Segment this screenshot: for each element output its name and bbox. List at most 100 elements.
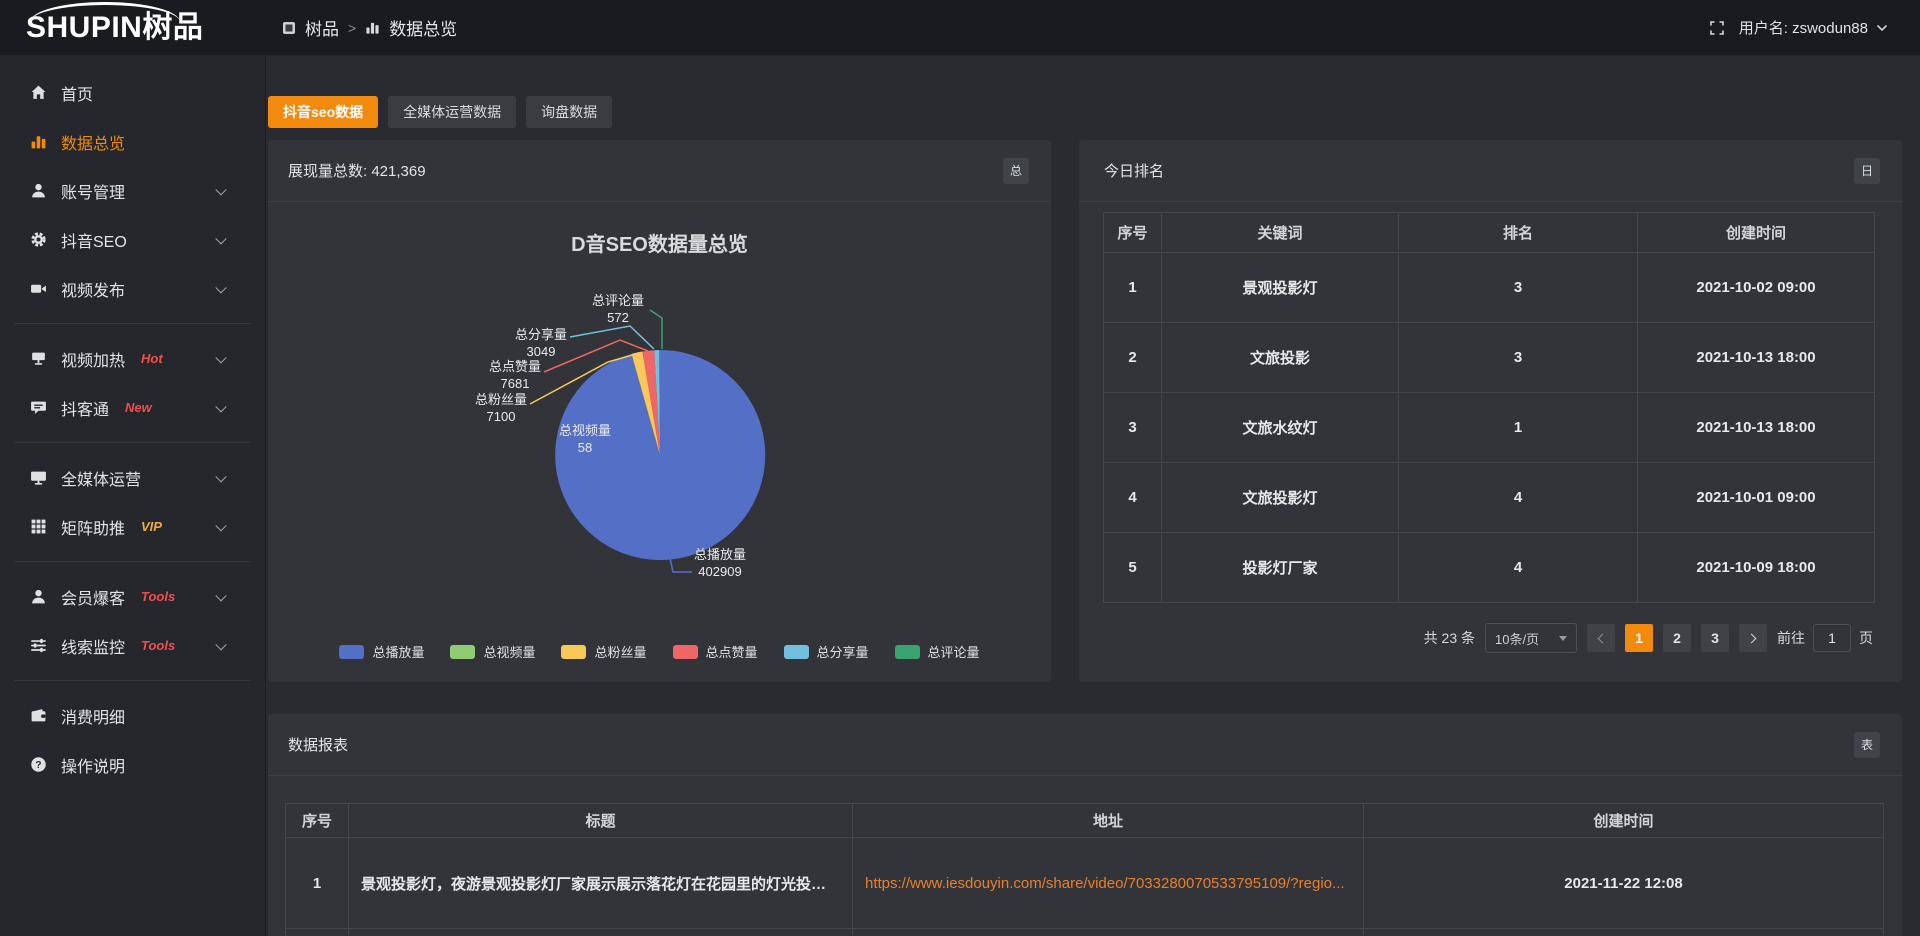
- app-logo: SHUPIN树品: [0, 0, 266, 56]
- sidebar-item-badge: New: [125, 400, 152, 415]
- table-cell-index: [286, 929, 349, 936]
- table-toggle-button[interactable]: 表: [1854, 732, 1880, 758]
- svg-text:?: ?: [35, 760, 41, 771]
- prev-page-button[interactable]: [1587, 624, 1615, 652]
- table-cell: 4: [1104, 463, 1162, 533]
- video-link[interactable]: https://www.iesdouyin.com/share/video/70…: [865, 875, 1345, 892]
- legend-item-总视频量[interactable]: 总视频量: [450, 642, 535, 661]
- topbar: SHUPIN树品 树品 > 数据总览 用户名: zswodun88: [0, 0, 1920, 56]
- ranking-panel: 今日排名 日 序号关键词排名创建时间 1景观投影灯32021-10-02 09:…: [1079, 140, 1902, 682]
- sidebar-item-home[interactable]: 首页: [0, 68, 265, 117]
- column-header: 关键词: [1162, 213, 1399, 253]
- panels-row: 展现量总数: 421,369 总 D音SEO数据量总览 总播放量总视频量总粉丝量…: [268, 140, 1902, 682]
- table-cell: 2021-10-01 09:00: [1638, 463, 1875, 533]
- goto-page: 前往 1 页: [1777, 624, 1873, 652]
- column-header: 标题: [349, 804, 853, 838]
- breadcrumb: 树品 > 数据总览: [282, 15, 457, 40]
- legend-swatch: [895, 645, 920, 659]
- table-row: 4文旅投影灯42021-10-01 09:00: [1104, 463, 1875, 533]
- chevron-down-icon: [215, 282, 226, 293]
- report-header-row: 序号标题地址创建时间: [286, 804, 1884, 838]
- sidebar-item-data-overview[interactable]: 数据总览: [0, 117, 265, 166]
- pie-label-value: 3049: [515, 343, 567, 360]
- page-button-2[interactable]: 2: [1663, 624, 1691, 652]
- sidebar-item-douyin-seo[interactable]: 抖音SEO: [0, 215, 265, 264]
- table-cell-index: 1: [286, 838, 349, 929]
- breadcrumb-separator: >: [348, 20, 356, 36]
- breadcrumb-current[interactable]: 数据总览: [389, 15, 457, 40]
- table-cell: 1: [1399, 393, 1638, 463]
- sidebar-item-douketong[interactable]: 抖客通New: [0, 383, 265, 432]
- member-icon: [30, 588, 47, 605]
- pie-label-总分享量: 总分享量3049: [515, 326, 567, 360]
- ranking-header-row: 序号关键词排名创建时间: [1104, 213, 1875, 253]
- sidebar-item-consumption-detail[interactable]: 消费明细: [0, 691, 265, 740]
- table-cell: 2: [1104, 323, 1162, 393]
- report-table-body: 1景观投影灯，夜游景观投影灯厂家展示展示落花灯在花园里的灯光投影应用效果 #ht…: [286, 838, 1884, 936]
- table-cell-created: [1364, 929, 1884, 936]
- sidebar-item-video-heat[interactable]: 视频加热Hot: [0, 334, 265, 383]
- pie-chart-svg: [268, 202, 1051, 682]
- chart-icon: [30, 133, 47, 150]
- page-size-select[interactable]: 10条/页: [1485, 623, 1577, 653]
- sidebar-item-instructions[interactable]: ? 操作说明: [0, 740, 265, 789]
- legend-item-总播放量[interactable]: 总播放量: [339, 642, 424, 661]
- sidebar-item-account-manage[interactable]: 账号管理: [0, 166, 265, 215]
- ranking-table-body: 1景观投影灯32021-10-02 09:002文旅投影32021-10-13 …: [1104, 253, 1875, 603]
- table-cell: 投影灯厂家: [1162, 533, 1399, 603]
- sidebar-item-label: 操作说明: [61, 753, 125, 777]
- sidebar-item-clue-monitor[interactable]: 线索监控Tools: [0, 621, 265, 670]
- sidebar-item-matrix-boost[interactable]: 矩阵助推VIP: [0, 502, 265, 551]
- report-panel-title: 数据报表: [288, 734, 348, 755]
- sidebar: 首页数据总览账号管理抖音SEO 视频发布视频加热Hot抖客通New 全媒体运营矩阵助…: [0, 56, 266, 936]
- sidebar-item-video-publish[interactable]: 视频发布: [0, 264, 265, 313]
- overview-panel-header: 展现量总数: 421,369 总: [268, 140, 1051, 202]
- chevron-down-icon: [215, 639, 226, 650]
- sidebar-item-label: 视频发布: [61, 277, 125, 301]
- grid-icon: [30, 518, 47, 535]
- legend-item-总分享量[interactable]: 总分享量: [784, 642, 869, 661]
- legend-item-总评论量[interactable]: 总评论量: [895, 642, 980, 661]
- sidebar-item-badge: Tools: [141, 638, 175, 653]
- sliders-icon: [30, 637, 47, 654]
- wallet-icon: [30, 707, 47, 724]
- page-button-3[interactable]: 3: [1701, 624, 1729, 652]
- breadcrumb-home[interactable]: 树品: [305, 15, 339, 40]
- total-count-label: 共 23 条: [1424, 628, 1475, 648]
- legend-item-总点赞量[interactable]: 总点赞量: [673, 642, 758, 661]
- column-header: 创建时间: [1364, 804, 1884, 838]
- pie-label-line: [570, 326, 654, 349]
- pie-label-value: 7100: [475, 408, 527, 425]
- sidebar-divider: [14, 680, 251, 681]
- sidebar-item-media-operation[interactable]: 全媒体运营: [0, 453, 265, 502]
- home-icon: [30, 84, 47, 101]
- user-menu[interactable]: 用户名: zswodun88: [1739, 17, 1888, 38]
- tab-2[interactable]: 询盘数据: [526, 96, 612, 128]
- pie-label-value: 7681: [489, 375, 541, 392]
- column-header: 排名: [1399, 213, 1638, 253]
- tab-1[interactable]: 全媒体运营数据: [388, 96, 516, 128]
- pie-label-value: 572: [592, 309, 644, 326]
- next-page-button[interactable]: [1739, 624, 1767, 652]
- sidebar-item-member-baoke[interactable]: 会员爆客Tools: [0, 572, 265, 621]
- report-panel: 数据报表 表 序号标题地址创建时间 1景观投影灯，夜游景观投影灯厂家展示展示落花…: [268, 714, 1902, 936]
- table-cell-created: 2021-11-22 12:08: [1364, 838, 1884, 929]
- table-cell: 文旅水纹灯: [1162, 393, 1399, 463]
- day-toggle-button[interactable]: 日: [1854, 158, 1880, 184]
- pie-label-line: [650, 310, 662, 349]
- table-row: [286, 929, 1884, 936]
- chevron-down-icon: [215, 184, 226, 195]
- sidebar-item-badge: Hot: [141, 351, 163, 366]
- fullscreen-icon[interactable]: [1709, 20, 1725, 36]
- pie-label-总播放量: 总播放量402909: [694, 546, 746, 580]
- tab-0[interactable]: 抖音seo数据: [268, 96, 378, 128]
- user-icon: [30, 182, 47, 199]
- legend-item-总粉丝量[interactable]: 总粉丝量: [561, 642, 646, 661]
- goto-page-input[interactable]: 1: [1813, 624, 1851, 652]
- total-toggle-button[interactable]: 总: [1003, 158, 1029, 184]
- page-button-1[interactable]: 1: [1625, 624, 1653, 652]
- table-cell: 1: [1104, 253, 1162, 323]
- chevron-right-icon: [1747, 633, 1757, 643]
- logo-arc-icon: [30, 2, 180, 42]
- table-cell: 3: [1399, 323, 1638, 393]
